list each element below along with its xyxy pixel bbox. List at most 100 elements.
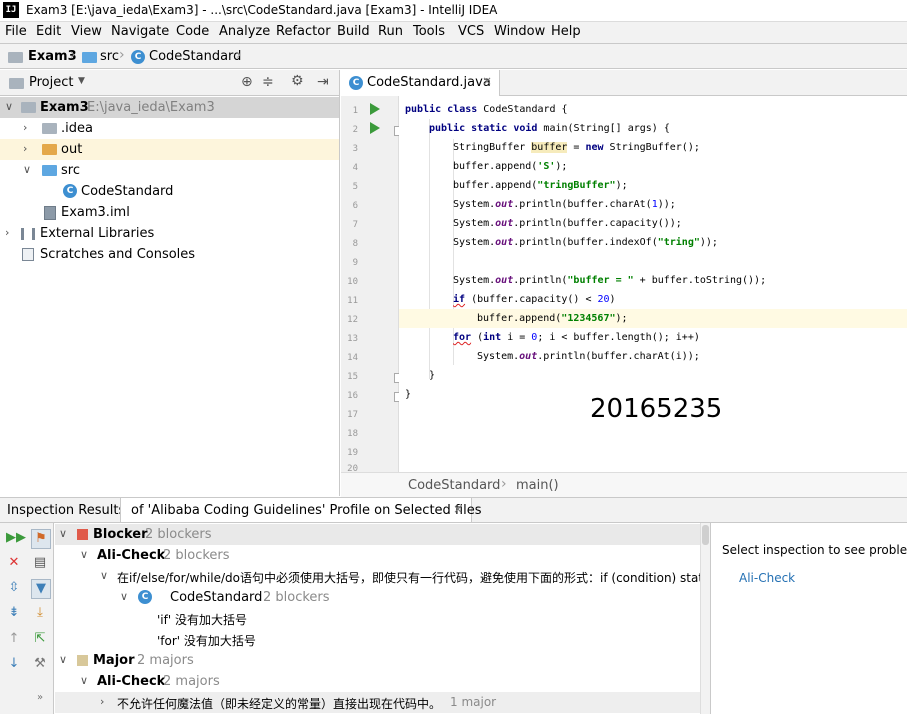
next-problem-icon[interactable]: ↓ [6,656,22,672]
chevron-right-icon[interactable]: › [5,226,9,239]
previous-problem-icon[interactable]: ↑ [6,631,22,647]
run-class-icon[interactable] [370,103,380,115]
line-number: 9 [352,258,358,268]
tree-node-exam3[interactable]: ∨ Exam3 E:\java_ieda\Exam3 [0,97,339,118]
tree-node-out[interactable]: › out [0,139,339,160]
nav-crumb-src[interactable]: src [100,49,119,64]
chevron-down-icon[interactable]: ∨ [23,163,31,176]
chevron-right-icon[interactable]: › [23,142,27,155]
inspection-problem[interactable]: 'if' 没有加大括号 [55,608,710,629]
menu-help[interactable]: Help [551,24,581,39]
keyword: for [453,332,472,343]
tree-row-label: 在if/else/for/while/do语句中必须使用大括号，即使只有一行代码… [117,571,710,585]
close-icon[interactable]: ✕ [6,555,22,571]
nav-crumb-class[interactable]: CodeStandard [149,49,241,64]
export-icon[interactable]: ⤓ [31,604,49,622]
title-bar: IJ Exam3 [E:\java_ieda\Exam3] - ...\src\… [0,0,907,22]
hide-panel-icon[interactable]: ⇥ [317,74,329,90]
tree-node-scratches[interactable]: Scratches and Consoles [0,244,339,265]
chevron-right-icon[interactable]: › [100,695,104,708]
menu-build[interactable]: Build [337,24,370,39]
tree-node-external-libraries[interactable]: › External Libraries [0,223,339,244]
chevron-down-icon[interactable]: ∨ [80,674,88,687]
static-field: out [495,199,514,210]
inspection-file[interactable]: ∨ C CodeStandard 2 blockers [55,587,710,608]
menu-refactor[interactable]: Refactor [276,24,331,39]
menu-edit[interactable]: Edit [36,24,61,39]
rerun-icon[interactable]: ▶▶ [6,530,26,546]
chevron-right-icon: › [236,47,242,63]
menu-view[interactable]: View [71,24,102,39]
tree-node-iml[interactable]: Exam3.iml [0,202,339,223]
line-number: 10 [347,277,358,287]
menu-file[interactable]: File [5,24,27,39]
locate-target-icon[interactable]: ⊕ [241,74,253,90]
editor-crumb-method[interactable]: main() [516,478,559,493]
code-text: System. [453,199,496,210]
inspection-rule[interactable]: › 不允许任何魔法值（即未经定义的常量）直接出现在代码中。 1 major [55,692,710,713]
tree-row-count: 2 blockers [145,527,212,542]
collapse-all-icon[interactable]: ≑ [262,74,274,90]
inspection-category[interactable]: ∨ Ali-Check 2 majors [55,671,710,692]
close-icon[interactable]: × [453,502,463,516]
code-text: System. [453,237,496,248]
menu-vcs[interactable]: VCS [458,24,484,39]
detail-link-ali-check[interactable]: Ali-Check [739,571,795,585]
inspection-rule[interactable]: ∨ 在if/else/for/while/do语句中必须使用大括号，即使只有一行… [55,566,710,587]
tree-row-label: 'if' 没有加大括号 [157,613,247,627]
gear-icon[interactable]: ⚙ [291,73,304,89]
chevron-down-icon[interactable]: ∨ [5,100,13,113]
menu-window[interactable]: Window [494,24,545,39]
chevron-down-icon[interactable]: ▼ [78,76,85,86]
scrollbar-thumb[interactable] [702,525,709,545]
chevron-down-icon[interactable]: ∨ [100,569,108,582]
editor-tab-label: CodeStandard.java [367,75,491,90]
inspection-group-major[interactable]: ∨ Major 2 majors [55,650,710,671]
autoscroll-icon[interactable]: ⇱ [31,630,49,648]
tree-node-codestandard[interactable]: C CodeStandard [0,181,339,202]
inspection-tab[interactable]: of 'Alibaba Coding Guidelines' Profile o… [120,498,482,522]
wrench-icon[interactable]: ⚒ [31,655,49,673]
more-icon[interactable]: » [31,689,49,707]
project-view-selector[interactable]: Project [29,75,73,90]
keyword: void [513,123,538,134]
inspection-problem[interactable]: 'for' 没有加大括号 [55,629,710,650]
code-text: System. [453,218,496,229]
tree-node-idea[interactable]: › .idea [0,118,339,139]
code-text: ); [555,161,568,172]
inspection-category[interactable]: ∨ Ali-Check 2 blockers [55,545,710,566]
menu-analyze[interactable]: Analyze [219,24,270,39]
chevron-down-icon[interactable]: ∨ [59,527,67,540]
code-line-10: System.out.println("buffer = " + buffer.… [399,271,907,290]
chevron-down-icon[interactable]: ∨ [59,653,67,666]
tree-node-src[interactable]: ∨ src [0,160,339,181]
chevron-down-icon[interactable]: ∨ [120,590,128,603]
line-number: 15 [347,372,358,382]
close-icon[interactable]: × [482,74,492,88]
source-folder-icon [82,52,97,63]
menu-bar: File Edit View Navigate Code Analyze Ref… [0,22,907,43]
editor-crumb-class[interactable]: CodeStandard [408,478,500,493]
group-by-severity-icon[interactable]: ⚑ [31,529,51,549]
chevron-down-icon[interactable]: ∨ [80,548,88,561]
inspection-scrollbar[interactable] [700,523,710,714]
collapse-all-icon[interactable]: ⇟ [6,605,22,621]
expand-all-icon[interactable]: ⇳ [6,580,22,596]
code-text: buffer.append( [477,313,562,324]
menu-tools[interactable]: Tools [413,24,445,39]
code-text: )); [657,199,676,210]
menu-run[interactable]: Run [378,24,403,39]
code-text: ); [615,180,628,191]
run-main-icon[interactable] [370,122,380,134]
code-line-2: public static void main(String[] args) { [399,119,907,138]
keyword: public [429,123,466,134]
line-number: 5 [352,182,358,192]
filter-icon[interactable]: ▼ [31,579,51,599]
group-by-directory-icon[interactable]: ▤ [31,554,49,572]
editor-breadcrumb: CodeStandard › main() [341,472,907,497]
inspection-group-blocker[interactable]: ∨ Blocker 2 blockers [55,524,710,545]
menu-code[interactable]: Code [176,24,209,39]
chevron-right-icon[interactable]: › [23,121,27,134]
editor-tab-codestandard[interactable]: C CodeStandard.java × [341,70,500,96]
menu-navigate[interactable]: Navigate [111,24,169,39]
